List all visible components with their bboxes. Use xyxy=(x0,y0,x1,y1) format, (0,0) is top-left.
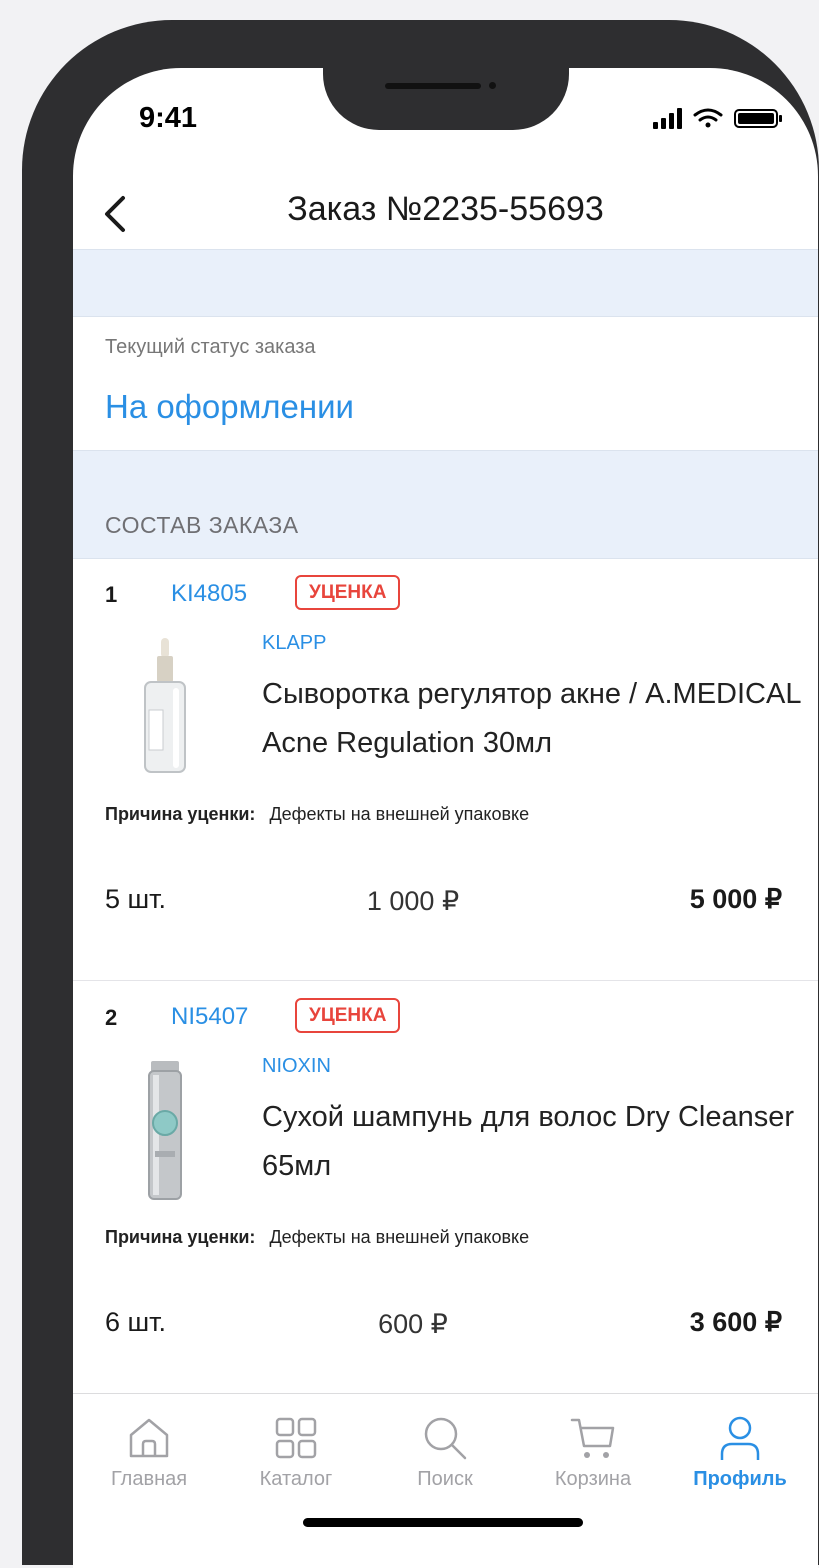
shampoo-can-image[interactable] xyxy=(135,1061,195,1201)
profile-icon xyxy=(720,1416,760,1460)
item-name[interactable]: Сухой шампунь для волос Dry Cleanser 65м… xyxy=(262,1093,802,1191)
phone-frame: 9:41 Заказ №2235-55693 Текущий статус за… xyxy=(22,20,819,1568)
markdown-badge: УЦЕНКА xyxy=(295,575,401,610)
speaker xyxy=(385,83,481,89)
signal-icon xyxy=(653,108,682,129)
item-quantity: 6 шт. xyxy=(105,1307,167,1337)
reason-label: Причина уценки: xyxy=(105,804,256,824)
item-index: 1 xyxy=(105,582,118,607)
item-brand[interactable]: NIOXIN xyxy=(262,1055,331,1078)
section-title: СОСТАВ ЗАКАЗА xyxy=(105,512,299,538)
order-item: 1 KI4805 УЦЕНКА KLAPP Сыворотка регулято… xyxy=(73,558,818,980)
tab-search[interactable]: Поиск xyxy=(375,1414,515,1491)
status-time: 9:41 xyxy=(139,102,198,134)
spacer-band xyxy=(73,249,818,317)
tab-label: Каталог xyxy=(259,1468,333,1490)
search-icon xyxy=(424,1417,467,1460)
nav-bar: Заказ №2235-55693 xyxy=(73,178,818,250)
item-sku[interactable]: NI5407 xyxy=(171,1003,248,1031)
app-screen: 9:41 Заказ №2235-55693 Текущий статус за… xyxy=(73,68,818,1568)
item-markdown-reason: Причина уценки: Дефекты на внешней упаков… xyxy=(105,804,529,825)
item-brand[interactable]: KLAPP xyxy=(262,632,326,655)
tab-home[interactable]: Главная xyxy=(79,1414,219,1491)
section-header-band xyxy=(73,450,818,559)
order-status-value: На оформлении xyxy=(105,388,354,425)
notch xyxy=(323,68,569,130)
item-unit-price: 600 ₽ xyxy=(378,1309,448,1339)
reason-text: Дефекты на внешней упаковке xyxy=(269,1227,530,1247)
item-index: 2 xyxy=(105,1005,118,1030)
tab-label: Профиль xyxy=(693,1468,787,1490)
wifi-icon xyxy=(693,108,723,128)
grid-icon xyxy=(275,1417,317,1459)
reason-text: Дефекты на внешней упаковке xyxy=(269,804,530,824)
order-item: 2 NI5407 УЦЕНКА NIOXIN Сухой шампунь для… xyxy=(73,981,818,1393)
reason-label: Причина уценки: xyxy=(105,1227,256,1247)
cart-icon xyxy=(570,1418,615,1458)
item-name[interactable]: Сыворотка регулятор акне / A.MEDICAL Acn… xyxy=(262,670,802,768)
tab-cart[interactable]: Корзина xyxy=(523,1414,663,1491)
camera xyxy=(489,82,496,89)
serum-bottle-image[interactable] xyxy=(135,638,195,778)
status-icons xyxy=(653,108,782,129)
tab-label: Корзина xyxy=(554,1468,632,1490)
item-total: 5 000 ₽ xyxy=(689,884,782,914)
tab-label: Главная xyxy=(110,1468,188,1490)
order-status-label: Текущий статус заказа xyxy=(105,336,316,358)
item-quantity: 5 шт. xyxy=(105,884,167,914)
home-indicator xyxy=(303,1518,583,1527)
tab-catalog[interactable]: Каталог xyxy=(226,1414,366,1491)
page-title: Заказ №2235-55693 xyxy=(287,190,604,228)
item-unit-price: 1 000 ₽ xyxy=(366,886,460,916)
item-markdown-reason: Причина уценки: Дефекты на внешней упаков… xyxy=(105,1227,529,1248)
tab-label: Поиск xyxy=(417,1468,473,1490)
battery-icon xyxy=(734,109,782,128)
tab-bar: Главная Каталог Поиск Корзина Профиль xyxy=(73,1393,818,1568)
item-total: 3 600 ₽ xyxy=(689,1307,782,1337)
markdown-badge: УЦЕНКА xyxy=(295,998,401,1033)
item-sku[interactable]: KI4805 xyxy=(171,580,247,608)
home-icon xyxy=(129,1418,169,1458)
tab-profile[interactable]: Профиль xyxy=(670,1414,810,1491)
